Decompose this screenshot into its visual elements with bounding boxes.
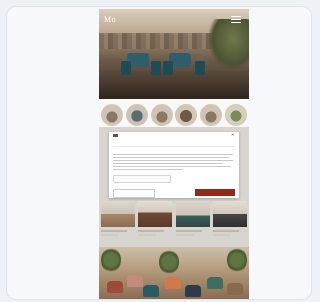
category-thumbnail[interactable] xyxy=(224,104,247,126)
dialog-text-line xyxy=(113,154,233,156)
category-thumbnail[interactable] xyxy=(101,104,123,126)
product-grid xyxy=(101,201,247,239)
product-title-placeholder xyxy=(175,230,202,232)
hero-chair xyxy=(195,61,205,75)
deny-button[interactable] xyxy=(113,189,155,198)
dialog-text-line xyxy=(113,160,233,162)
category-thumbnail[interactable] xyxy=(200,104,223,126)
category-thumbnail[interactable] xyxy=(125,104,148,126)
consent-actions xyxy=(113,189,235,198)
hero-chair xyxy=(121,61,131,75)
product-card[interactable] xyxy=(212,201,247,239)
product-price-placeholder xyxy=(101,234,119,236)
category-thumbnail[interactable] xyxy=(175,104,198,126)
plant-decoration xyxy=(101,247,121,273)
hamburger-menu-icon[interactable] xyxy=(231,16,241,24)
category-thumbnail[interactable] xyxy=(150,104,173,126)
product-card[interactable] xyxy=(138,201,173,239)
product-price-placeholder xyxy=(138,234,157,236)
website-screenshot: Mo ✕ xyxy=(99,9,249,299)
dialog-text-line xyxy=(113,166,231,168)
consent-tabs xyxy=(113,140,235,147)
product-image xyxy=(138,201,173,227)
lounge-chair xyxy=(165,277,181,289)
product-image xyxy=(101,201,135,227)
hero-tree xyxy=(209,19,249,69)
plant-decoration xyxy=(227,247,247,273)
lounge-chair xyxy=(127,275,143,287)
consent-search-field[interactable] xyxy=(113,175,171,183)
dialog-text-line xyxy=(113,163,223,165)
site-logo[interactable]: Mo xyxy=(104,15,116,24)
hero-image: Mo xyxy=(99,9,249,99)
lounge-chair xyxy=(143,285,159,297)
customize-button[interactable] xyxy=(157,189,191,196)
lounge-banner-image[interactable] xyxy=(99,247,249,299)
dialog-text-line xyxy=(113,169,183,171)
dialog-text-line xyxy=(113,157,229,159)
hero-chair xyxy=(151,61,161,75)
hero-terrace-floor xyxy=(99,71,249,99)
close-icon[interactable]: ✕ xyxy=(231,133,234,137)
cookie-consent-dialog: ✕ xyxy=(109,132,239,198)
category-carousel xyxy=(101,104,247,126)
product-title-placeholder xyxy=(212,230,239,232)
lounge-chair xyxy=(227,283,243,295)
plant-decoration xyxy=(159,249,179,275)
accept-button[interactable] xyxy=(195,189,235,196)
product-image xyxy=(175,201,210,227)
lounge-chair xyxy=(185,285,201,297)
product-title-placeholder xyxy=(101,230,127,232)
lounge-chair xyxy=(207,277,223,289)
product-price-placeholder xyxy=(175,234,194,236)
site-logo-icon xyxy=(113,134,118,137)
product-card[interactable] xyxy=(101,201,135,239)
product-price-placeholder xyxy=(212,234,231,236)
product-title-placeholder xyxy=(138,230,165,232)
lounge-chair xyxy=(107,281,123,293)
product-card[interactable] xyxy=(175,201,210,239)
product-image xyxy=(212,201,247,227)
hero-chair xyxy=(163,61,173,75)
preview-card: Mo ✕ xyxy=(6,6,312,300)
